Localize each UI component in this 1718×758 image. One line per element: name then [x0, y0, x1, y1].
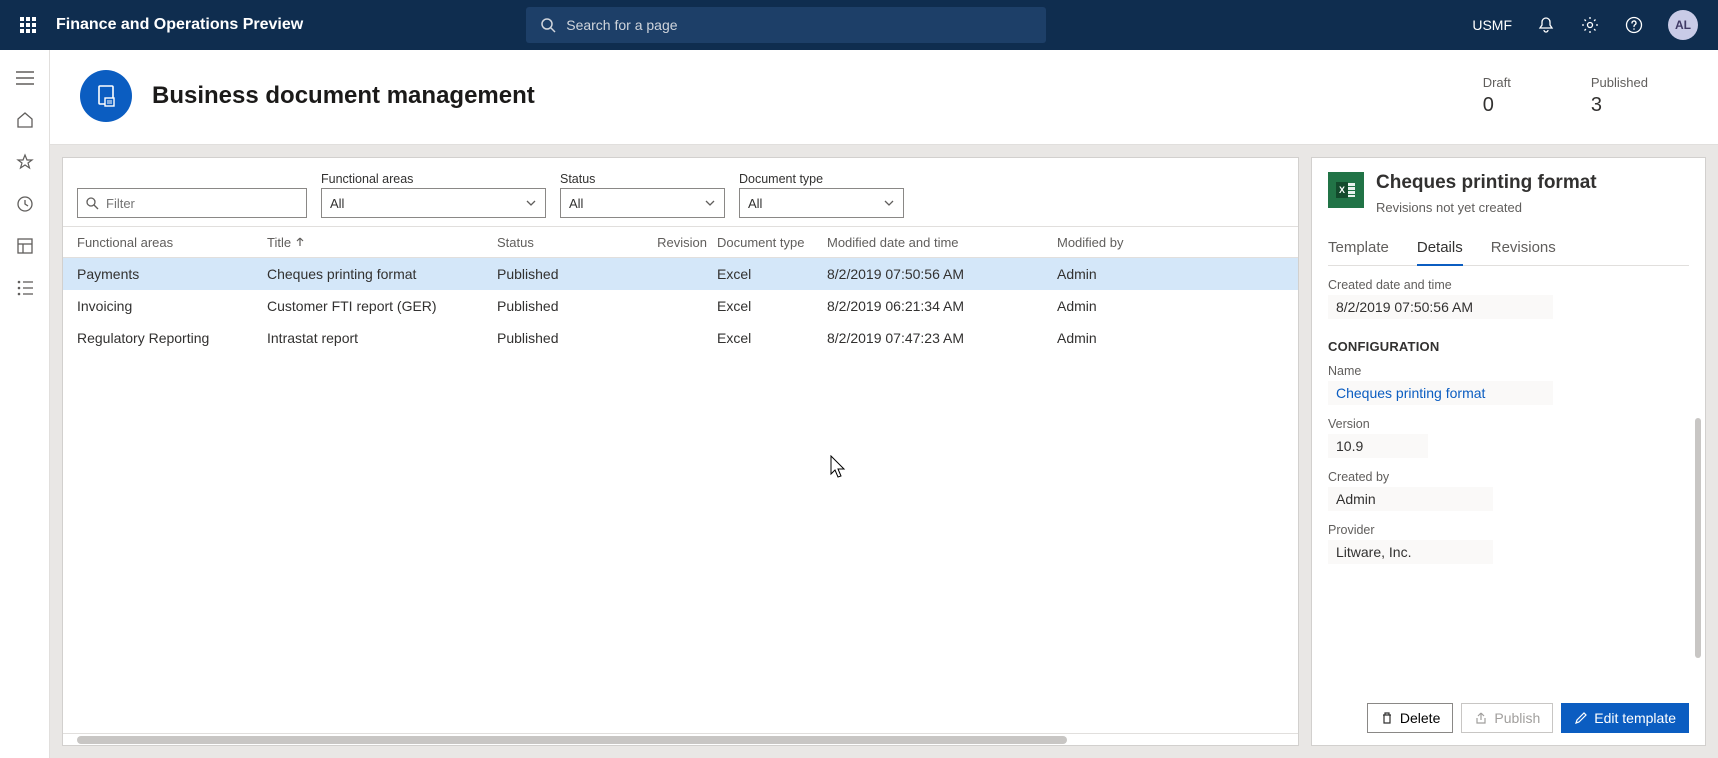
table-row[interactable]: Payments Cheques printing format Publish… [63, 258, 1298, 290]
svg-text:X: X [1339, 185, 1345, 195]
kpi-published: Published 3 [1591, 75, 1648, 117]
scrollbar-thumb[interactable] [77, 736, 1067, 744]
status-filter-dropdown[interactable]: All [560, 188, 725, 218]
user-avatar[interactable]: AL [1668, 10, 1698, 40]
tab-details[interactable]: Details [1417, 233, 1463, 266]
doctype-filter-dropdown[interactable]: All [739, 188, 904, 218]
table-row[interactable]: Regulatory Reporting Intrastat report Pu… [63, 322, 1298, 354]
detail-panel: X Cheques printing format Revisions not … [1311, 157, 1706, 746]
filter-icon [85, 196, 99, 210]
hamburger-icon[interactable] [15, 68, 35, 88]
app-launcher-icon[interactable] [20, 17, 36, 33]
fa-filter-dropdown[interactable]: All [321, 188, 546, 218]
detail-subtitle: Revisions not yet created [1376, 200, 1597, 215]
version-value: 10.9 [1328, 434, 1428, 458]
kpi-draft-label: Draft [1483, 75, 1511, 90]
createdby-value: Admin [1328, 487, 1493, 511]
chevron-down-icon [525, 197, 537, 209]
status-filter-label: Status [560, 172, 725, 186]
col-status[interactable]: Status [497, 235, 657, 250]
detail-tabs: Template Details Revisions [1328, 233, 1689, 266]
global-search-input[interactable] [566, 17, 1032, 33]
app-title: Finance and Operations Preview [56, 16, 303, 34]
col-title[interactable]: Title [267, 235, 497, 250]
provider-label: Provider [1328, 523, 1689, 537]
fa-filter-label: Functional areas [321, 172, 546, 186]
col-revision[interactable]: Revision [657, 235, 717, 250]
trash-icon [1380, 711, 1394, 725]
fa-filter-value: All [330, 196, 344, 211]
top-bar: Finance and Operations Preview USMF AL [0, 0, 1718, 50]
excel-icon: X [1328, 172, 1364, 208]
created-label: Created date and time [1328, 278, 1689, 292]
kpi-published-value: 3 [1591, 94, 1648, 117]
share-icon [1474, 711, 1488, 725]
col-modtime[interactable]: Modified date and time [827, 235, 1057, 250]
table-row[interactable]: Invoicing Customer FTI report (GER) Publ… [63, 290, 1298, 322]
publish-button: Publish [1461, 703, 1553, 733]
search-icon [540, 17, 556, 33]
kpi-published-label: Published [1591, 75, 1648, 90]
help-icon[interactable] [1624, 15, 1644, 35]
grid-filter-input[interactable] [77, 188, 307, 218]
recent-icon[interactable] [15, 194, 35, 214]
page-title: Business document management [152, 82, 535, 110]
name-value-link[interactable]: Cheques printing format [1328, 381, 1553, 405]
vertical-scrollbar[interactable] [1695, 418, 1701, 658]
page-glyph-icon [80, 70, 132, 122]
modules-icon[interactable] [15, 278, 35, 298]
home-icon[interactable] [15, 110, 35, 130]
delete-button[interactable]: Delete [1367, 703, 1453, 733]
createdby-label: Created by [1328, 470, 1689, 484]
status-filter-value: All [569, 196, 583, 211]
version-label: Version [1328, 417, 1689, 431]
col-modby[interactable]: Modified by [1057, 235, 1157, 250]
tab-revisions[interactable]: Revisions [1491, 233, 1556, 265]
global-search[interactable] [526, 7, 1046, 43]
settings-icon[interactable] [1580, 15, 1600, 35]
configuration-header: CONFIGURATION [1328, 339, 1689, 354]
workspaces-icon[interactable] [15, 236, 35, 256]
edit-template-button[interactable]: Edit template [1561, 703, 1689, 733]
col-fa[interactable]: Functional areas [77, 235, 267, 250]
pencil-icon [1574, 711, 1588, 725]
horizontal-scrollbar[interactable] [63, 733, 1298, 745]
sort-asc-icon [295, 237, 305, 247]
kpi-draft: Draft 0 [1483, 75, 1511, 117]
favorites-icon[interactable] [15, 152, 35, 172]
created-value: 8/2/2019 07:50:56 AM [1328, 295, 1553, 319]
col-doctype[interactable]: Document type [717, 235, 827, 250]
company-picker[interactable]: USMF [1472, 17, 1512, 33]
provider-value: Litware, Inc. [1328, 540, 1493, 564]
page-header: Business document management Draft 0 Pub… [50, 50, 1718, 145]
detail-title: Cheques printing format [1376, 172, 1597, 194]
name-label: Name [1328, 364, 1689, 378]
chevron-down-icon [704, 197, 716, 209]
notifications-icon[interactable] [1536, 15, 1556, 35]
tab-template[interactable]: Template [1328, 233, 1389, 265]
kpi-draft-value: 0 [1483, 94, 1511, 117]
chevron-down-icon [883, 197, 895, 209]
left-nav [0, 50, 50, 758]
document-grid-panel: Functional areas All Status All [62, 157, 1299, 746]
grid-header: Functional areas Title Status Revision D… [63, 226, 1298, 258]
doctype-filter-value: All [748, 196, 762, 211]
doctype-filter-label: Document type [739, 172, 904, 186]
